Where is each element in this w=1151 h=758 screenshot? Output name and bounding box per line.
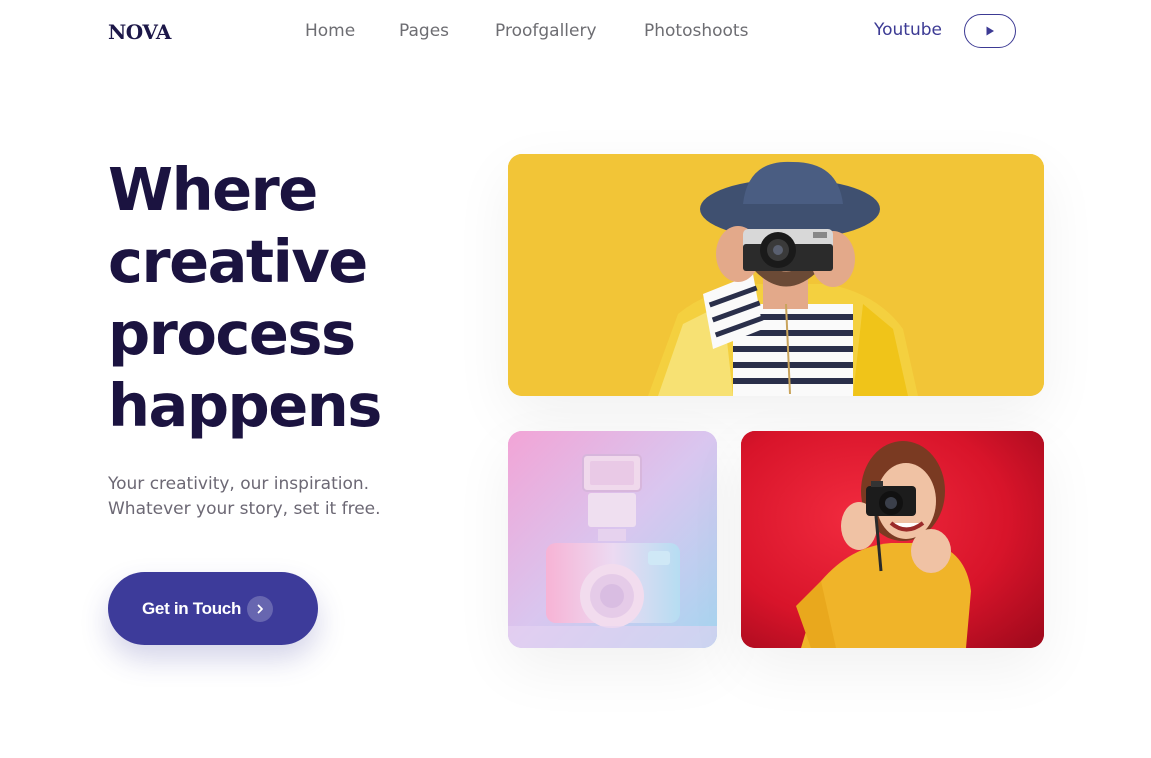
play-icon	[986, 26, 994, 36]
get-in-touch-button[interactable]: Get in Touch	[108, 572, 318, 645]
nav-pages[interactable]: Pages	[399, 21, 449, 41]
photo-woman-with-camera	[741, 431, 1044, 648]
hero-title-line: process	[108, 299, 356, 368]
youtube-play-button[interactable]	[964, 14, 1016, 48]
hero-subtitle-line: Your creativity, our inspiration.	[108, 474, 370, 494]
logo[interactable]: NOVA	[108, 20, 171, 44]
hero-subtitle-line: Whatever your story, set it free.	[108, 499, 381, 519]
hero-title-line: Where	[108, 155, 318, 224]
photo-pastel-camera	[508, 431, 717, 648]
nav-home[interactable]: Home	[305, 21, 355, 41]
nav-proofgallery[interactable]: Proofgallery	[495, 21, 597, 41]
youtube-link[interactable]: Youtube	[874, 20, 942, 40]
photo-man-with-camera	[508, 154, 1044, 396]
hero-title-line: happens	[108, 371, 382, 440]
chevron-right-icon	[247, 595, 274, 622]
hero-title: Where creative process happens	[108, 154, 468, 442]
nav-photoshoots[interactable]: Photoshoots	[644, 21, 748, 41]
hero-title-line: creative	[108, 227, 368, 296]
cta-label: Get in Touch	[142, 598, 242, 618]
hero-subtitle: Your creativity, our inspiration. Whatev…	[108, 472, 448, 522]
